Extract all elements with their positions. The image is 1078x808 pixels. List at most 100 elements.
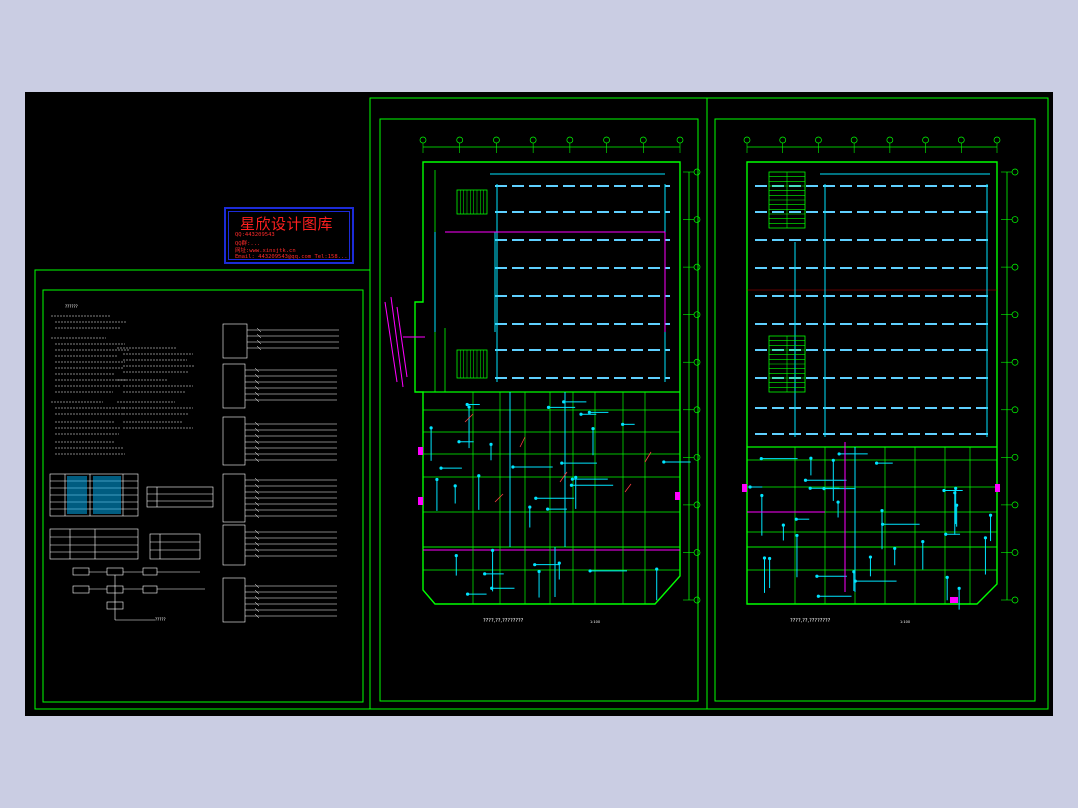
fixture-symbol xyxy=(591,426,595,431)
fixture-symbol xyxy=(942,488,946,493)
fixture-symbol xyxy=(954,486,958,491)
axis-bubble xyxy=(693,263,701,271)
axis-bubble xyxy=(493,136,500,144)
stair-left-1 xyxy=(456,189,488,215)
sheet-frames xyxy=(34,97,1049,710)
fixture-symbol xyxy=(621,422,625,426)
fixture-symbol xyxy=(795,533,799,538)
axis-bubble xyxy=(957,136,965,144)
axis-bubble xyxy=(1011,263,1019,271)
axis-bubble xyxy=(693,216,701,223)
drawing-sheet: ?????? ????? ????,??,???????? 1:100 ????… xyxy=(25,92,1053,716)
axis-bubble xyxy=(993,136,1001,144)
axis-bubble xyxy=(1011,168,1019,176)
fixture-symbol xyxy=(490,586,494,590)
plan-right-scale: 1:100 xyxy=(900,620,910,624)
floor-plan-right[interactable]: ????,??,???????? 1:100 xyxy=(742,136,1019,624)
fixture-symbol xyxy=(955,503,959,507)
watermark-line-3: 网址:www.xinsjtk.cn xyxy=(235,248,296,254)
fixture-symbol xyxy=(477,474,481,478)
fixture-symbol xyxy=(483,572,487,576)
axis-bubble xyxy=(603,136,610,144)
fixture-symbol xyxy=(809,456,813,460)
axis-bubble xyxy=(1011,501,1019,509)
fixture-symbol xyxy=(457,440,461,444)
fixture-symbol xyxy=(557,561,561,565)
notes-title: ?????? xyxy=(65,304,78,309)
fixture-symbol xyxy=(748,485,752,489)
fixture-symbol xyxy=(831,458,835,462)
axis-bubble xyxy=(779,136,787,144)
fixture-symbol xyxy=(836,500,840,504)
fixture-symbol xyxy=(808,486,812,490)
fixture-symbol xyxy=(534,496,538,500)
fixture-symbol xyxy=(921,539,925,544)
axis-bubble xyxy=(1011,216,1019,223)
axis-bubble xyxy=(1011,453,1019,461)
cad-viewport[interactable]: ?????? ????? ????,??,???????? 1:100 ????… xyxy=(0,0,1078,808)
fixture-symbol xyxy=(439,466,443,470)
fixture-symbol xyxy=(587,410,591,414)
axis-bubble xyxy=(419,136,427,144)
fixture-symbol xyxy=(953,491,957,495)
fixture-symbol xyxy=(537,569,541,574)
axis-bubble xyxy=(529,136,537,144)
fixture-symbol xyxy=(467,405,471,409)
fixture-symbol xyxy=(781,523,785,527)
axis-bubble xyxy=(693,358,701,366)
plan-left-caption: ????,??,???????? xyxy=(483,618,524,624)
system-diagram xyxy=(72,567,205,621)
drawing-canvas[interactable]: ?????? ????? ????,??,???????? 1:100 ????… xyxy=(25,92,1053,716)
axis-bubble xyxy=(693,549,701,556)
fixture-symbol xyxy=(511,465,515,469)
axis-bubble xyxy=(676,136,684,144)
axis-bubble xyxy=(850,136,858,144)
fixture-symbol xyxy=(988,513,993,517)
watermark-title: 星欣设计图库 xyxy=(240,215,334,233)
axis-bubble xyxy=(1011,311,1019,319)
fixture-symbol xyxy=(533,563,537,567)
distribution-boxes xyxy=(222,323,248,623)
fixture-symbol xyxy=(762,556,767,560)
axis-bubble xyxy=(566,136,574,144)
fixture-symbol xyxy=(957,586,961,590)
axis-bubble xyxy=(815,136,822,144)
fixture-symbol xyxy=(759,457,763,461)
axis-bubble xyxy=(1011,596,1019,604)
axis-bubble xyxy=(886,136,894,144)
fixture-symbol xyxy=(490,548,495,552)
watermark-stamp: 星欣设计图库 QQ:443209543 QQ群:... 网址:www.xinsj… xyxy=(224,207,354,264)
notes-panel: ?????? ????? xyxy=(49,304,339,623)
axis-bubble xyxy=(693,596,701,604)
fixture-symbol xyxy=(662,460,666,464)
fixture-symbol xyxy=(945,575,949,579)
building-outline xyxy=(414,161,681,605)
fixture-symbol xyxy=(816,594,820,598)
axis-bubble xyxy=(456,136,464,144)
fixture-symbol xyxy=(875,461,879,465)
watermark-line-1: QQ:443209543 xyxy=(235,232,275,238)
fixture-symbol xyxy=(794,517,798,521)
fixture-symbol xyxy=(983,536,988,540)
fixture-symbol xyxy=(528,505,532,509)
fixture-symbol xyxy=(822,487,826,491)
axis-bubble xyxy=(693,168,701,176)
fixture-symbol xyxy=(944,532,948,536)
fixture-symbol xyxy=(569,483,574,487)
fixture-symbol xyxy=(880,508,884,513)
axis-bubble xyxy=(1011,406,1019,414)
axis-bubble xyxy=(693,501,701,509)
plan-left-scale: 1:100 xyxy=(590,620,600,624)
axis-bubble xyxy=(693,453,701,461)
fixture-symbol xyxy=(803,478,808,482)
fixture-symbol xyxy=(880,522,885,526)
fixture-symbol xyxy=(465,592,470,596)
fixture-symbol xyxy=(588,569,592,573)
axis-bubble xyxy=(639,136,647,144)
axis-bubble xyxy=(693,311,701,319)
axis-bubble xyxy=(693,406,701,414)
fixture-symbol xyxy=(760,493,764,498)
floor-plan-left[interactable]: ????,??,???????? 1:100 xyxy=(384,136,701,624)
fixture-symbol xyxy=(546,405,551,410)
fixture-symbol xyxy=(837,452,841,456)
